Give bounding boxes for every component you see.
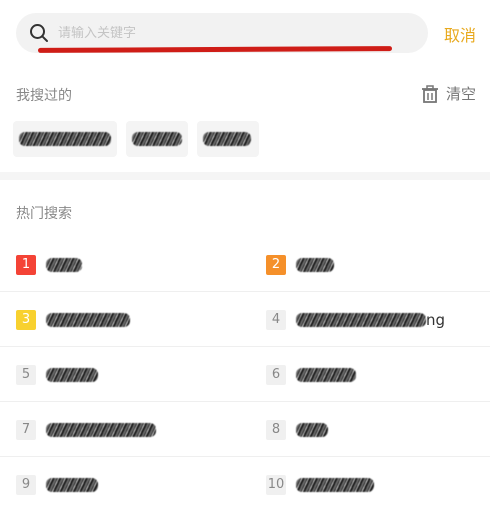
rank-badge: 7 bbox=[16, 419, 36, 440]
rank-badge: 9 bbox=[16, 474, 36, 495]
clear-history-button[interactable]: 清空 bbox=[420, 83, 476, 104]
hot-item[interactable]: 6 bbox=[266, 347, 356, 402]
cancel-button[interactable]: 取消 bbox=[444, 22, 476, 46]
hot-row: 9 10 bbox=[0, 457, 490, 507]
history-chip[interactable] bbox=[197, 121, 259, 157]
rank-badge: 6 bbox=[266, 364, 286, 385]
hot-item[interactable]: 5 bbox=[16, 347, 98, 402]
rank-badge: 1 bbox=[16, 254, 36, 275]
hot-item[interactable]: 3 bbox=[16, 292, 130, 347]
hot-row: 5 6 bbox=[0, 347, 490, 402]
hot-item[interactable]: 9 bbox=[16, 457, 98, 507]
hot-item-text bbox=[46, 257, 82, 272]
rank-badge: 10 bbox=[266, 474, 286, 495]
rank-badge: 2 bbox=[266, 254, 286, 275]
hot-item-text bbox=[296, 257, 334, 272]
hot-item[interactable]: 4 ng bbox=[266, 292, 445, 347]
history-title: 我搜过的 bbox=[16, 88, 72, 104]
hot-item-text bbox=[296, 422, 328, 437]
hot-item[interactable]: 7 bbox=[16, 402, 156, 457]
rank-badge: 8 bbox=[266, 419, 286, 440]
hot-item-text bbox=[46, 312, 130, 327]
trash-icon bbox=[421, 84, 438, 103]
search-input[interactable] bbox=[58, 25, 378, 41]
hot-title: 热门搜索 bbox=[16, 206, 72, 222]
hot-row: 1 2 bbox=[0, 237, 490, 292]
rank-badge: 3 bbox=[16, 309, 36, 330]
redacted-text bbox=[132, 132, 182, 146]
hot-item[interactable]: 2 bbox=[266, 237, 334, 292]
history-chip[interactable] bbox=[13, 121, 117, 157]
hot-item[interactable]: 1 bbox=[16, 237, 82, 292]
history-chip[interactable] bbox=[126, 121, 188, 157]
hot-row: 3 4 ng bbox=[0, 292, 490, 347]
hot-item[interactable]: 10 bbox=[266, 457, 374, 507]
hot-item-text: ng bbox=[296, 311, 445, 329]
hot-item-text bbox=[46, 367, 98, 382]
hot-item-text bbox=[296, 477, 374, 492]
hot-item-text bbox=[46, 477, 98, 492]
rank-badge: 5 bbox=[16, 364, 36, 385]
section-divider bbox=[0, 172, 490, 180]
hot-item-text bbox=[46, 422, 156, 437]
redacted-text bbox=[203, 132, 251, 146]
search-icon bbox=[30, 24, 48, 42]
rank-badge: 4 bbox=[266, 309, 286, 330]
hot-item[interactable]: 8 bbox=[266, 402, 328, 457]
hot-item-text bbox=[296, 367, 356, 382]
history-list bbox=[13, 121, 259, 157]
hot-row: 7 8 bbox=[0, 402, 490, 457]
clear-label: 清空 bbox=[445, 85, 476, 103]
redacted-text bbox=[19, 132, 111, 146]
